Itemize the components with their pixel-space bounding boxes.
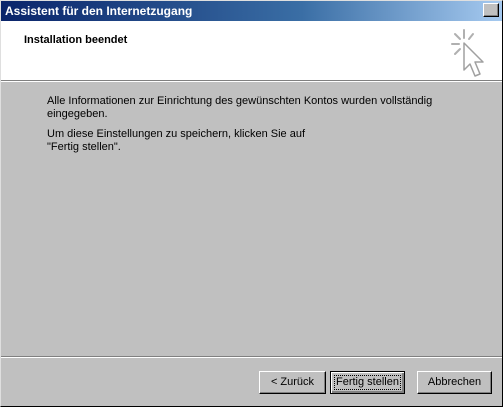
window-title: Assistent für den Internetzugang: [5, 4, 193, 18]
info-paragraph: Alle Informationen zur Einrichtung des g…: [47, 95, 433, 120]
wizard-window: Assistent für den Internetzugang Install…: [0, 0, 503, 407]
finish-button[interactable]: Fertig stellen: [330, 371, 405, 394]
wizard-cursor-sparkle-icon: [451, 29, 484, 77]
finish-button-label: Fertig stellen: [334, 375, 401, 390]
page-title: Installation beendet: [24, 34, 128, 46]
back-button[interactable]: < Zurück: [259, 371, 326, 394]
title-bar[interactable]: Assistent für den Internetzugang: [1, 1, 502, 21]
cancel-button[interactable]: Abbrechen: [417, 371, 492, 394]
footer-divider: [1, 356, 502, 358]
instruction-paragraph: Um diese Einstellungen zu speichern, kli…: [47, 128, 306, 153]
title-bar-button: [483, 3, 499, 17]
wizard-header: Installation beendet: [1, 21, 502, 80]
header-divider: [1, 80, 502, 82]
